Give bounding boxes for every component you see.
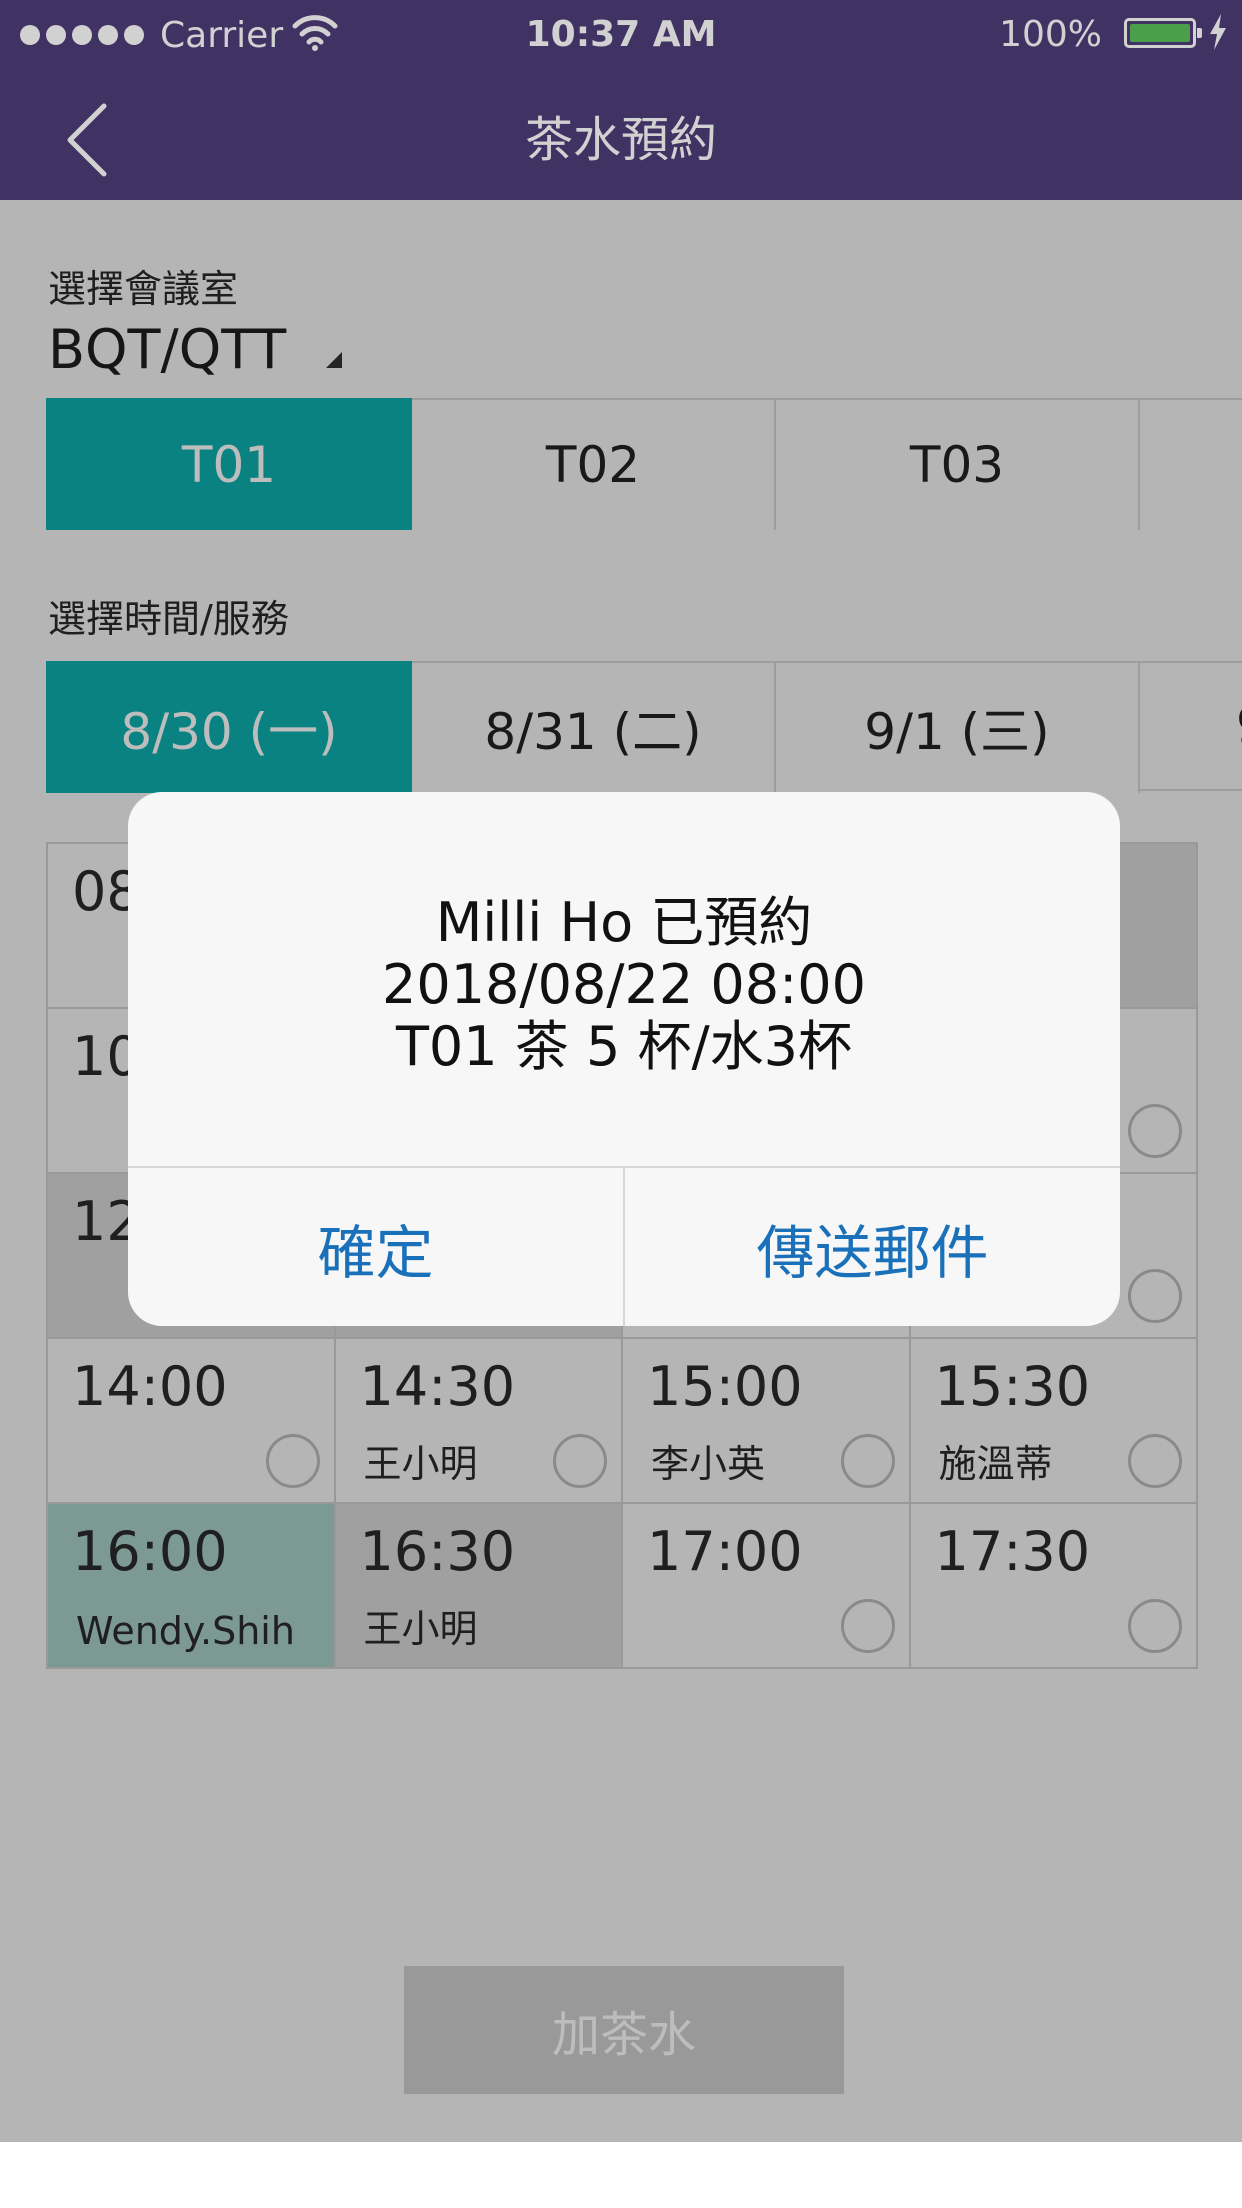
dialog-message: Milli Ho 已預約 2018/08/22 08:00 T01 茶 5 杯/… [128, 792, 1120, 1166]
send-mail-button[interactable]: 傳送郵件 [623, 1168, 1120, 1326]
dialog-message-line2: 2018/08/22 08:00 [381, 953, 867, 1016]
dialog-buttons: 確定 傳送郵件 [128, 1166, 1120, 1326]
dialog-message-line3: T01 茶 5 杯/水3杯 [395, 1015, 853, 1078]
booking-alert-dialog: Milli Ho 已預約 2018/08/22 08:00 T01 茶 5 杯/… [128, 792, 1120, 1326]
app-screen: Carrier 10:37 AM 100% 茶水預約 選擇會議室 BQT/QTT… [0, 0, 1242, 2142]
header-dim-overlay [0, 0, 1242, 200]
dialog-message-line1: Milli Ho 已預約 [435, 891, 813, 954]
confirm-button[interactable]: 確定 [128, 1168, 623, 1326]
